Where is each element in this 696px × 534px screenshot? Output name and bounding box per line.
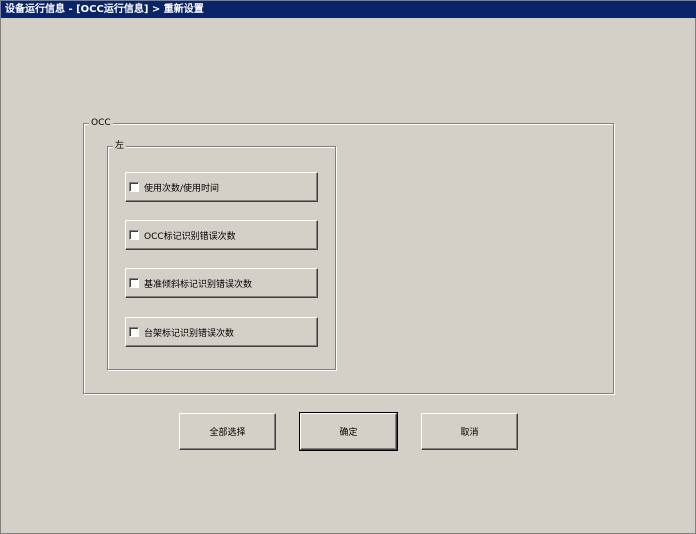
- occ-mark-error-checkbox[interactable]: OCC标记识别错误次数: [125, 220, 318, 250]
- checkbox-label: 台架标记识别错误次数: [144, 328, 235, 339]
- cancel-button[interactable]: 取消: [421, 413, 518, 450]
- title-bar: 设备运行信息 - [OCC运行信息] > 重新设置: [1, 1, 696, 18]
- select-all-button[interactable]: 全部选择: [179, 413, 276, 450]
- checkbox-box[interactable]: [129, 278, 139, 288]
- checkbox-box[interactable]: [129, 230, 139, 240]
- checkbox-box[interactable]: [129, 327, 139, 337]
- occ-group-legend: OCC: [89, 117, 113, 129]
- ok-button[interactable]: 确定: [299, 412, 398, 451]
- checkbox-box[interactable]: [129, 182, 139, 192]
- checkbox-label: 基准倾斜标记识别错误次数: [144, 279, 253, 290]
- checkbox-label: 使用次数/使用时间: [144, 183, 220, 194]
- usage-count-time-checkbox[interactable]: 使用次数/使用时间: [125, 172, 318, 202]
- stage-mark-error-checkbox[interactable]: 台架标记识别错误次数: [125, 317, 318, 347]
- tilt-mark-error-checkbox[interactable]: 基准倾斜标记识别错误次数: [125, 268, 318, 298]
- checkbox-label: OCC标记识别错误次数: [144, 231, 236, 242]
- left-group-legend: 左: [113, 140, 127, 152]
- dialog-window: 设备运行信息 - [OCC运行信息] > 重新设置 OCC 左 使用次数/使用时…: [0, 0, 696, 534]
